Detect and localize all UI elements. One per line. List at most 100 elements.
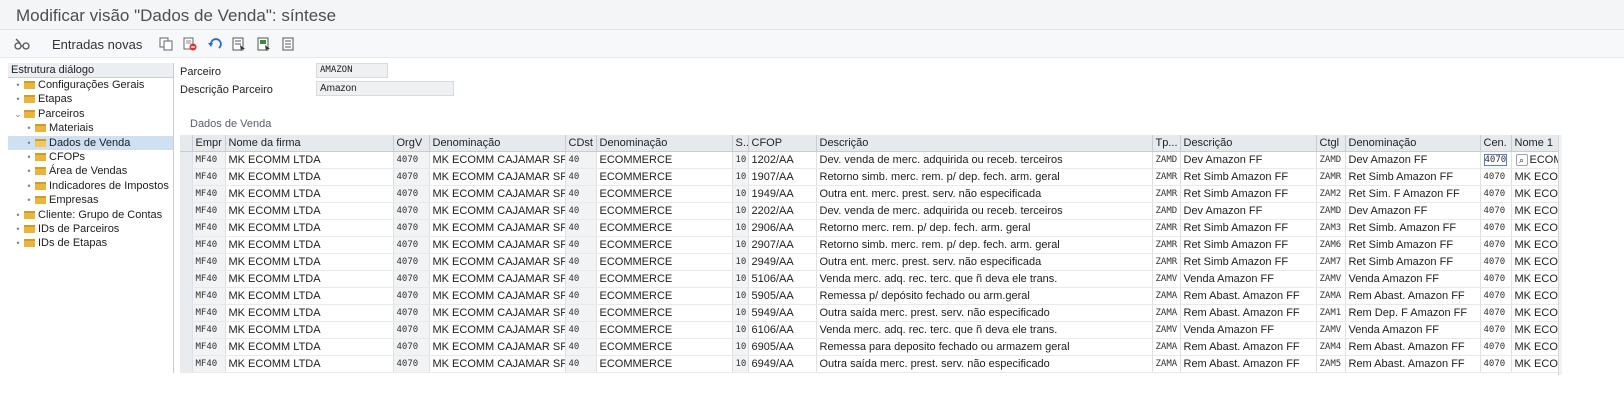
row-selector[interactable] [180,168,193,186]
bullet-icon: • [16,238,20,249]
table-row[interactable]: MF40 MK ECOMM LTDA 4070 MK ECOMM CAJAMAR SP… [180,236,1558,254]
cell-cen[interactable]: 4070 [1480,236,1512,254]
tree-item-area-de-vendas[interactable]: • Área de Vendas [8,164,173,178]
row-selector-header[interactable] [180,135,193,152]
table-row[interactable]: MF40 MK ECOMM LTDA 4070 MK ECOMM CAJAMAR SP… [180,151,1558,169]
cell-empr: MF40 [192,168,226,186]
cell-cen[interactable]: 4070 [1480,185,1512,203]
cell-cen[interactable]: 4070 [1480,304,1512,322]
cell-nome-da-firma: MK ECOMM LTDA [225,304,394,322]
select-all-icon[interactable] [231,36,247,52]
row-selector[interactable] [180,151,193,169]
bullet-icon: • [27,151,31,162]
cell-cen[interactable]: 4070 [1480,168,1512,186]
cell-orgv: 4070 [393,287,430,305]
table-row[interactable]: MF40 MK ECOMM LTDA 4070 MK ECOMM CAJAMAR SP… [180,253,1558,271]
new-entries-button[interactable]: Entradas novas [52,37,142,52]
cell-cen[interactable]: 4070 [1480,219,1512,237]
cell-cen[interactable]: 4070 [1480,270,1512,288]
tree-item-etapas[interactable]: • Etapas [8,92,173,106]
row-selector[interactable] [180,236,193,254]
cell-nome-da-firma: MK ECOMM LTDA [225,321,394,339]
col-header-nome-da-firma[interactable]: Nome da firma [225,135,394,152]
deselect-icon[interactable] [281,36,297,52]
row-selector[interactable] [180,270,193,288]
tree-header: Estrutura diálogo [8,63,173,78]
cell-cen[interactable]: 4070 [1480,151,1512,169]
col-header-tp[interactable]: Tp... [1152,135,1181,152]
col-header-descricao-cfop[interactable]: Descrição [816,135,1153,152]
col-header-denominacao-ctgl[interactable]: Denominação [1345,135,1481,152]
col-header-denominacao-orgv[interactable]: Denominação [429,135,566,152]
cell-tp: ZAMR [1152,185,1181,203]
col-header-empr[interactable]: Empr [192,135,226,152]
col-header-cen[interactable]: Cen. [1480,135,1512,152]
col-header-nome-1[interactable]: Nome 1 [1511,135,1558,152]
value-help-search-icon[interactable]: ⌕ [1515,153,1528,166]
table-row[interactable]: MF40 MK ECOMM LTDA 4070 MK ECOMM CAJAMAR SP… [180,185,1558,203]
tree-item-indicadores-de-impostos[interactable]: • Indicadores de Impostos [8,179,173,193]
tree-item-configuracoes-gerais[interactable]: • Configurações Gerais [8,78,173,92]
table-row[interactable]: MF40 MK ECOMM LTDA 4070 MK ECOMM CAJAMAR SP… [180,219,1558,237]
vertical-scrollbar[interactable] [1558,135,1562,375]
chevron-down-icon[interactable]: ⌄ [14,107,22,121]
tree-item-empresas[interactable]: • Empresas [8,193,173,207]
cell-cfop: 1907/AA [748,168,817,186]
bullet-icon: • [27,180,31,191]
row-selector[interactable] [180,219,193,237]
cell-denominacao-orgv: MK ECOMM CAJAMAR SP [429,304,566,322]
table-header-row: Empr Nome da firma OrgV Denominação CDst… [180,135,1558,152]
tree-item-ids-de-etapas[interactable]: • IDs de Etapas [8,236,173,250]
cell-cen[interactable]: 4070 [1480,338,1512,356]
cell-s: 10 [732,185,749,203]
table-row[interactable]: MF40 MK ECOMM LTDA 4070 MK ECOMM CAJAMAR SP… [180,355,1558,373]
col-header-s[interactable]: S.. [732,135,749,152]
cell-nome-1: MK ECOM [1511,355,1558,373]
col-header-ctgl[interactable]: Ctgl [1316,135,1346,152]
row-selector[interactable] [180,321,193,339]
cell-orgv: 4070 [393,185,430,203]
cell-cen[interactable]: 4070 [1480,321,1512,339]
col-header-cfop[interactable]: CFOP [748,135,817,152]
tree-item-parceiros[interactable]: ⌄ Parceiros [8,107,173,121]
tree-item-dados-de-venda[interactable]: • Dados de Venda [8,135,173,150]
cell-descricao-cfop: Retorno simb. merc. rem. p/ dep. fech. a… [816,236,1153,254]
cell-empr: MF40 [192,151,226,169]
row-selector[interactable] [180,355,193,373]
table-row[interactable]: MF40 MK ECOMM LTDA 4070 MK ECOMM CAJAMAR SP… [180,338,1558,356]
copy-icon[interactable] [158,36,174,52]
cell-cen[interactable]: 4070 [1480,355,1512,373]
table-row[interactable]: MF40 MK ECOMM LTDA 4070 MK ECOMM CAJAMAR SP… [180,287,1558,305]
tree-item-cliente-grupo-de-contas[interactable]: • Cliente: Grupo de Contas [8,208,173,222]
table-row[interactable]: MF40 MK ECOMM LTDA 4070 MK ECOMM CAJAMAR SP… [180,270,1558,288]
undo-icon[interactable] [207,36,223,52]
cell-cen[interactable]: 4070 [1480,202,1512,220]
row-selector[interactable] [180,304,193,322]
cell-cen[interactable]: 4070 [1480,287,1512,305]
cen-input-focused[interactable]: 4070 [1483,153,1508,166]
col-header-orgv[interactable]: OrgV [393,135,430,152]
cell-empr: MF40 [192,338,226,356]
tree-item-materiais[interactable]: • Materiais [8,121,173,135]
tree-item-ids-de-parceiros[interactable]: • IDs de Parceiros [8,222,173,236]
row-selector[interactable] [180,185,193,203]
delete-icon[interactable] [182,36,198,52]
row-selector[interactable] [180,338,193,356]
table-row[interactable]: MF40 MK ECOMM LTDA 4070 MK ECOMM CAJAMAR SP… [180,202,1558,220]
col-header-descricao-tp[interactable]: Descrição [1180,135,1317,152]
col-header-cdst[interactable]: CDst [565,135,597,152]
cell-nome-da-firma: MK ECOMM LTDA [225,185,394,203]
table-row[interactable]: MF40 MK ECOMM LTDA 4070 MK ECOMM CAJAMAR SP… [180,321,1558,339]
cell-nome-da-firma: MK ECOMM LTDA [225,151,394,169]
table-row[interactable]: MF40 MK ECOMM LTDA 4070 MK ECOMM CAJAMAR SP… [180,304,1558,322]
table-row[interactable]: MF40 MK ECOMM LTDA 4070 MK ECOMM CAJAMAR SP… [180,168,1558,186]
cell-cen[interactable]: 4070 [1480,253,1512,271]
row-selector[interactable] [180,202,193,220]
row-selector[interactable] [180,253,193,271]
col-header-denominacao-cdst[interactable]: Denominação [596,135,733,152]
settings-glasses-icon[interactable] [14,36,30,52]
cell-descricao-cfop: Outra ent. merc. prest. serv. não especi… [816,253,1153,271]
tree-item-cfops[interactable]: • CFOPs [8,150,173,164]
row-selector[interactable] [180,287,193,305]
select-block-icon[interactable] [256,36,272,52]
